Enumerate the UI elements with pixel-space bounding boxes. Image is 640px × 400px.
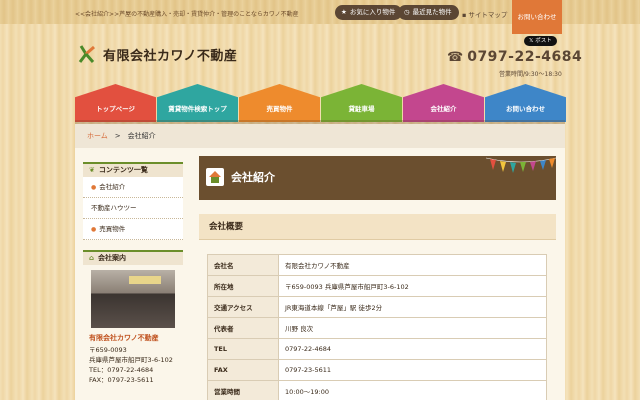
breadcrumb: ホーム > 会社紹介 [75, 124, 565, 148]
row-value: 0797-22-4684 [278, 338, 547, 360]
section-heading: 会社概要 [199, 214, 556, 240]
table-row: 所在地 〒659-0093 兵庫県芦屋市船戸町3-6-102 [207, 275, 547, 297]
table-row: FAX 0797-23-5611 [207, 359, 547, 381]
store-name: 有限会社カワノ不動産 [89, 334, 159, 342]
row-value: 10:00〜19:00 [278, 380, 547, 400]
row-key: 会社名 [207, 254, 279, 276]
nav-contact[interactable]: お問い合わせ [485, 84, 566, 122]
phone-text: 0797-22-4684 [467, 49, 583, 65]
clock-icon: ◷ [404, 8, 410, 16]
content-area: ホーム > 会社紹介 ❦ コンテンツ一覧 ● 会社紹介 不動産ハウツー ● 売買物件 ⌂ 会… [75, 124, 565, 400]
page-title-bar: 会社紹介 [199, 156, 556, 200]
store-postal: 〒659-0093 [89, 346, 127, 354]
contents-list-heading: ❦ コンテンツ一覧 [83, 162, 183, 177]
sidebar-item-company[interactable]: ● 会社紹介 [83, 177, 183, 198]
sidebar-item-label: 不動産ハウツー [91, 204, 137, 212]
main-content: 会社紹介 会社概要 会社名 有限会社カワノ不動産 所在地 〒659-0093 兵庫県… [199, 156, 556, 400]
store-tel: TEL：0797-22-4684 [89, 366, 154, 374]
nav-rental-search[interactable]: 賃貸物件検索トップ [157, 84, 238, 122]
row-value: 有限会社カワノ不動産 [278, 254, 547, 276]
sidebar-item-sale[interactable]: ● 売買物件 [83, 219, 183, 240]
sidebar-item-label: 売買物件 [99, 225, 126, 233]
row-key: 交通アクセス [207, 296, 279, 318]
sidebar-item-howto[interactable]: 不動産ハウツー [83, 198, 183, 219]
bullet-icon: ● [91, 184, 97, 191]
row-key: FAX [207, 359, 279, 381]
contact-top-label: お問い合わせ [517, 13, 557, 21]
nav-sale-properties[interactable]: 売買物件 [239, 84, 320, 122]
breadcrumb-separator: > [114, 132, 121, 140]
row-value: 川野 良次 [278, 317, 547, 339]
nav-company[interactable]: 会社紹介 [403, 84, 484, 122]
company-info-heading: ⌂ 会社案内 [83, 250, 183, 265]
sitemap-link[interactable]: ▪ サイトマップ [462, 9, 507, 19]
store-address: 兵庫県芦屋市船戸町3-6-102 [89, 356, 173, 364]
nav-top-page[interactable]: トップページ [75, 84, 156, 122]
x-post-button[interactable]: 𝕏 ポスト [524, 36, 557, 46]
favorites-button[interactable]: ★ お気に入り物件 [335, 5, 403, 20]
post-label: ポスト [535, 38, 552, 44]
breadcrumb-current: 会社紹介 [127, 132, 156, 140]
row-key: 所在地 [207, 275, 279, 297]
business-hours: 営業時間/9:30〜18:30 [499, 71, 562, 78]
row-value: JR東海道本線「芦屋」駅 徒歩2分 [278, 296, 547, 318]
nav-parking[interactable]: 貸駐車場 [321, 84, 402, 122]
house-icon: ⌂ [89, 254, 95, 262]
row-key: 代表者 [207, 317, 279, 339]
recent-button[interactable]: ◷ 最近見た物件 [398, 5, 459, 20]
row-key: TEL [207, 338, 279, 360]
phone-icon: ☎ [447, 49, 464, 65]
favorites-label: お気に入り物件 [349, 8, 396, 16]
table-row: 代表者 川野 良次 [207, 317, 547, 339]
contact-top-button[interactable]: お問い合わせ [512, 0, 562, 34]
row-value: 〒659-0093 兵庫県芦屋市船戸町3-6-102 [278, 275, 547, 297]
table-row: TEL 0797-22-4684 [207, 338, 547, 360]
site-logo[interactable]: 有限会社カワノ不動産 [77, 44, 237, 64]
sprout-icon: ❦ [89, 166, 95, 174]
star-icon: ★ [341, 8, 347, 16]
site-tagline: <<会社紹介>>芦屋の不動産購入・売却・賃貸仲介・管理のことならカワノ不動産 [75, 11, 299, 18]
company-name: 有限会社カワノ不動産 [103, 48, 238, 64]
bullet-icon: ● [91, 226, 97, 233]
company-overview-table: 会社名 有限会社カワノ不動産 所在地 〒659-0093 兵庫県芦屋市船戸町3-6-… [207, 254, 547, 400]
main-nav: トップページ 賃貸物件検索トップ 売買物件 貸駐車場 会社紹介 お問い合わせ [75, 84, 566, 124]
house-title-icon [206, 168, 224, 186]
breadcrumb-home[interactable]: ホーム [87, 132, 108, 140]
company-info-title: 会社案内 [98, 254, 127, 262]
contents-list-title: コンテンツ一覧 [98, 166, 148, 174]
store-photo [91, 270, 175, 328]
sidebar: ❦ コンテンツ一覧 ● 会社紹介 不動産ハウツー ● 売買物件 ⌂ 会社案内 有限会社カ… [83, 162, 183, 385]
row-key: 営業時間 [207, 380, 279, 400]
bunting-decoration [486, 157, 556, 173]
row-value: 0797-23-5611 [278, 359, 547, 381]
sidebar-item-label: 会社紹介 [99, 183, 126, 191]
phone-number[interactable]: ☎ 0797-22-4684 [447, 49, 582, 65]
sitemap-label: サイトマップ [468, 11, 508, 19]
sitemap-icon: ▪ [462, 11, 467, 19]
table-row: 営業時間 10:00〜19:00 [207, 380, 547, 400]
table-row: 会社名 有限会社カワノ不動産 [207, 254, 547, 276]
table-row: 交通アクセス JR東海道本線「芦屋」駅 徒歩2分 [207, 296, 547, 318]
logo-mark-icon [78, 45, 95, 63]
recent-label: 最近見た物件 [412, 8, 452, 16]
page-title: 会社紹介 [231, 171, 275, 184]
store-fax: FAX：0797-23-5611 [89, 376, 154, 384]
